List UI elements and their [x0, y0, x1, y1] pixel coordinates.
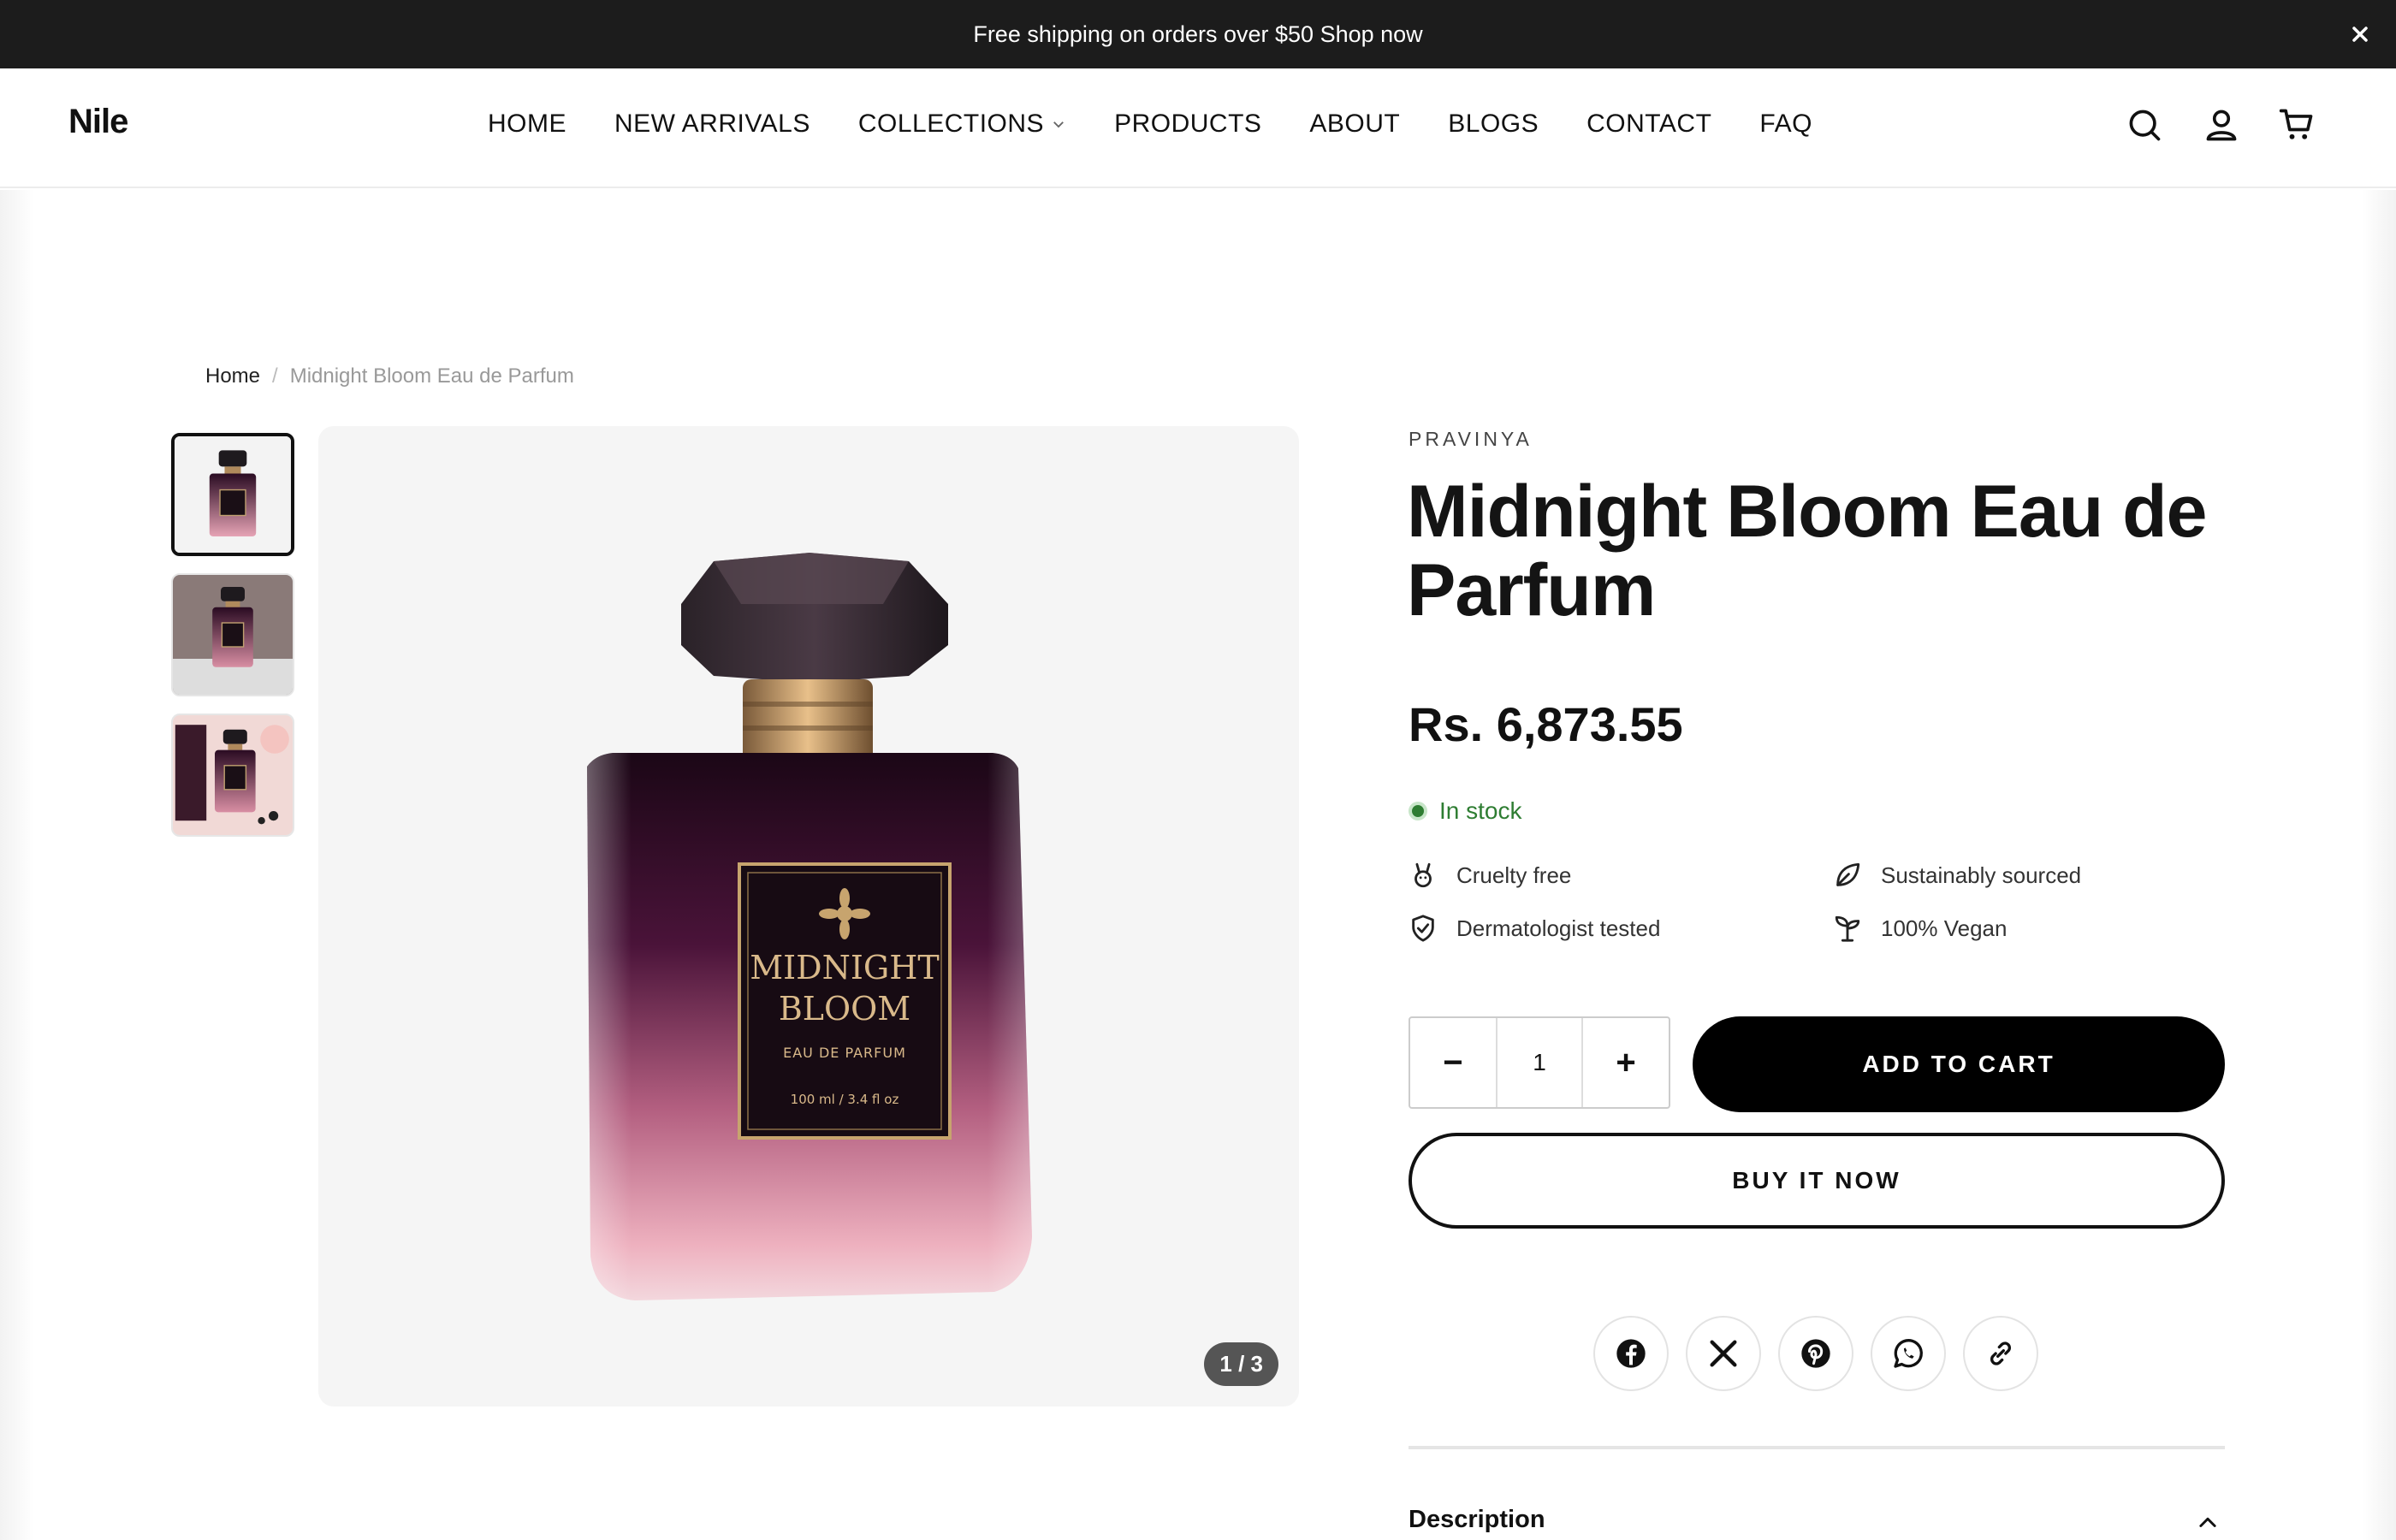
share-whatsapp-button[interactable]	[1871, 1316, 1946, 1391]
nav-products[interactable]: PRODUCTS	[1114, 110, 1261, 139]
bottle-label-line3: EAU DE PARFUM	[783, 1045, 906, 1061]
cart-icon[interactable]	[2278, 106, 2316, 144]
feature-dermatologist-tested: Dermatologist tested	[1409, 914, 1660, 943]
facebook-icon	[1616, 1339, 1646, 1368]
share-facebook-button[interactable]	[1593, 1316, 1669, 1391]
nav-home[interactable]: HOME	[488, 110, 566, 139]
product-vendor[interactable]: PRAVINYA	[1409, 428, 1533, 451]
sprout-icon	[1835, 915, 1860, 942]
nav-new-arrivals[interactable]: NEW ARRIVALS	[614, 110, 810, 139]
perfume-thumbnail-image	[175, 436, 291, 553]
main-product-image[interactable]: MIDNIGHT BLOOM EAU DE PARFUM 100 ml / 3.…	[318, 426, 1299, 1407]
breadcrumb-home[interactable]: Home	[205, 364, 260, 388]
feature-label: Dermatologist tested	[1456, 915, 1661, 941]
stock-status: In stock	[1409, 797, 1521, 825]
page-edge-shade	[2362, 190, 2396, 1540]
logo[interactable]: Nile	[68, 103, 128, 141]
quantity-increase-button[interactable]: +	[1583, 1018, 1669, 1107]
bottle-label-line1: MIDNIGHT	[750, 949, 940, 986]
feature-cruelty-free: Cruelty free	[1409, 861, 1571, 890]
product-title: Midnight Bloom Eau de Parfum	[1407, 471, 2208, 631]
quantity-input[interactable]: 1	[1496, 1018, 1583, 1107]
announcement-bar: Free shipping on orders over $50 Shop no…	[0, 0, 2396, 68]
announcement-text[interactable]: Free shipping on orders over $50 Shop no…	[973, 21, 1422, 48]
breadcrumb-current: Midnight Bloom Eau de Parfum	[289, 364, 574, 388]
main-nav: HOME NEW ARRIVALS COLLECTIONS PRODUCTS A…	[488, 110, 1860, 139]
pinterest-icon	[1801, 1339, 1830, 1368]
bottle-label-line2: BLOOM	[779, 990, 910, 1028]
nav-collections-label: COLLECTIONS	[857, 110, 1045, 138]
thumbnail-1[interactable]	[171, 433, 294, 556]
whatsapp-icon	[1894, 1339, 1923, 1368]
feature-label: 100% Vegan	[1881, 915, 2008, 941]
feature-vegan: 100% Vegan	[1833, 914, 2007, 943]
close-icon[interactable]	[2348, 22, 2372, 46]
feature-sustainably-sourced: Sustainably sourced	[1833, 861, 2081, 890]
bottle-label-line4: 100 ml / 3.4 fl oz	[791, 1092, 899, 1107]
image-counter: 1 / 3	[1204, 1342, 1278, 1386]
share-pinterest-button[interactable]	[1778, 1316, 1853, 1391]
breadcrumb: Home / Midnight Bloom Eau de Parfum	[205, 364, 574, 388]
breadcrumb-separator: /	[272, 364, 278, 388]
page-edge-shade	[0, 190, 34, 1540]
nav-contact[interactable]: CONTACT	[1586, 110, 1711, 139]
buy-it-now-button[interactable]: BUY IT NOW	[1409, 1133, 2225, 1229]
perfume-bottle-image: MIDNIGHT BLOOM EAU DE PARFUM 100 ml / 3.…	[587, 553, 1032, 1300]
section-divider	[1409, 1446, 2225, 1449]
link-icon	[1990, 1342, 2011, 1365]
feature-label: Sustainably sourced	[1881, 862, 2082, 888]
thumbnail-3[interactable]	[171, 714, 294, 837]
shield-check-icon	[1412, 915, 1434, 942]
chevron-down-icon	[1053, 121, 1064, 128]
quantity-stepper: − 1 +	[1409, 1016, 1670, 1109]
search-icon[interactable]	[2126, 106, 2163, 144]
perfume-lifestyle-thumbnail-image	[173, 575, 293, 695]
quantity-decrease-button[interactable]: −	[1410, 1018, 1496, 1107]
copy-link-button[interactable]	[1963, 1316, 2038, 1391]
perfume-box-thumbnail-image	[173, 715, 293, 835]
site-header: Nile HOME NEW ARRIVALS COLLECTIONS PRODU…	[0, 68, 2396, 188]
description-toggle-label[interactable]: Description	[1409, 1506, 1545, 1534]
account-icon[interactable]	[2203, 106, 2240, 144]
x-icon	[1710, 1340, 1737, 1367]
leaf-icon	[1836, 862, 1860, 886]
nav-blogs[interactable]: BLOGS	[1448, 110, 1539, 139]
share-x-button[interactable]	[1686, 1316, 1761, 1391]
stock-label: In stock	[1439, 797, 1522, 824]
chevron-up-icon[interactable]	[2196, 1511, 2220, 1535]
add-to-cart-button[interactable]: ADD TO CART	[1693, 1016, 2225, 1112]
nav-about[interactable]: ABOUT	[1309, 110, 1400, 139]
stock-dot-icon	[1409, 802, 1427, 820]
feature-label: Cruelty free	[1456, 862, 1572, 888]
nav-faq[interactable]: FAQ	[1759, 110, 1812, 139]
bunny-icon	[1414, 862, 1432, 888]
product-price: Rs. 6,873.55	[1409, 697, 1683, 751]
thumbnail-2[interactable]	[171, 573, 294, 696]
nav-collections[interactable]: COLLECTIONS	[858, 110, 1066, 139]
